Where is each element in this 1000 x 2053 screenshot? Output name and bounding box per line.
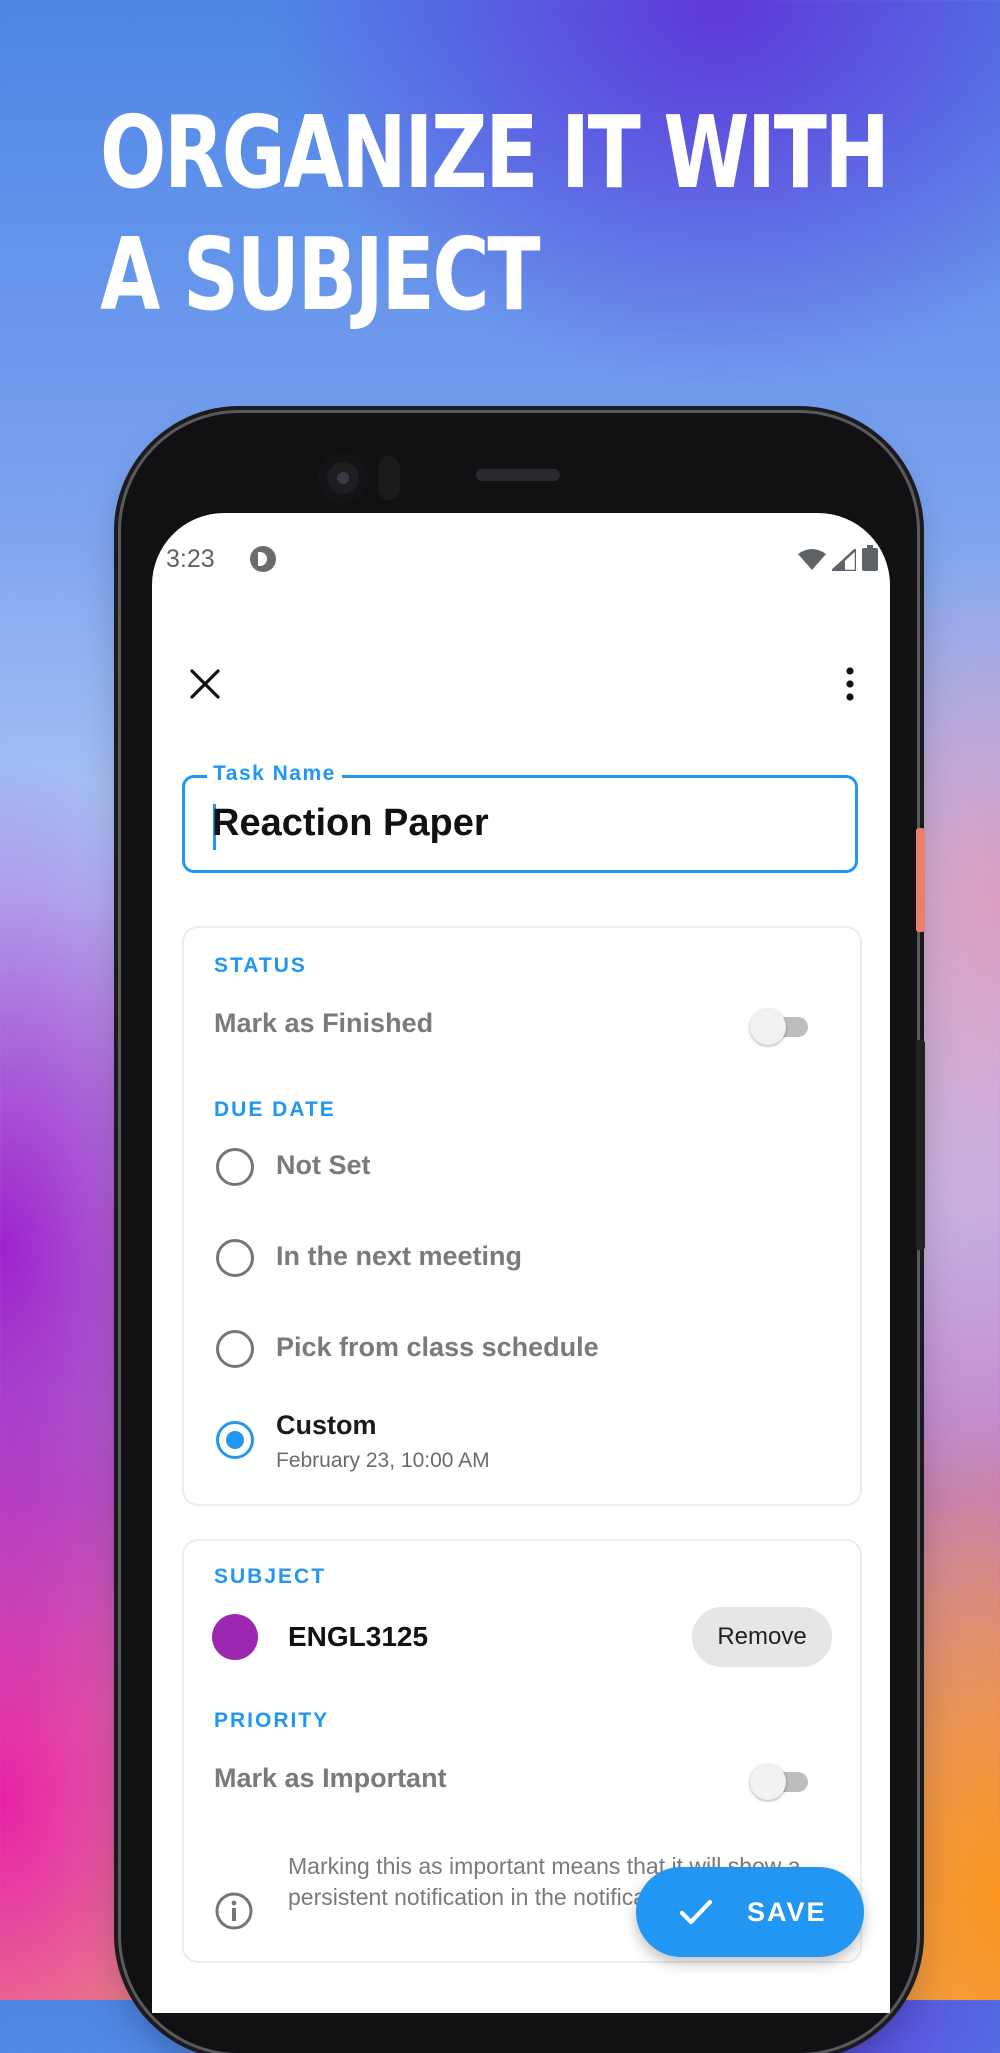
- remove-subject-button[interactable]: Remove: [692, 1607, 832, 1667]
- battery-icon: [862, 545, 878, 571]
- signal-icon: [832, 549, 856, 571]
- more-vert-icon: [846, 667, 854, 701]
- earpiece-speaker: [476, 469, 560, 481]
- subject-color-dot: [212, 1614, 258, 1660]
- mark-important-label: Mark as Important: [214, 1763, 447, 1793]
- status-section-label: STATUS: [214, 954, 307, 977]
- check-icon: [679, 1899, 713, 1925]
- switch-thumb: [750, 1009, 786, 1045]
- status-due-date-card: STATUS Mark as Finished DUE DATE Not Set…: [182, 926, 862, 1506]
- custom-due-date-value: February 23, 10:00 AM: [276, 1449, 490, 1472]
- radio-not-set[interactable]: [216, 1148, 254, 1186]
- system-icons: [798, 545, 878, 571]
- more-options-button[interactable]: [830, 661, 870, 707]
- proximity-sensor: [378, 456, 400, 500]
- mark-finished-switch[interactable]: [750, 1006, 810, 1045]
- priority-section-label: PRIORITY: [214, 1709, 330, 1732]
- headline-line-2: A SUBJECT: [100, 216, 541, 333]
- close-button[interactable]: [182, 661, 228, 707]
- task-name-field[interactable]: Task Name Reaction Paper: [182, 762, 858, 873]
- wifi-icon: [798, 549, 826, 570]
- radio-label-not-set[interactable]: Not Set: [276, 1150, 371, 1181]
- task-name-label: Task Name: [207, 762, 342, 786]
- status-bar: 3:23: [166, 543, 878, 583]
- radio-class-schedule[interactable]: [216, 1330, 254, 1368]
- save-button[interactable]: SAVE: [636, 1867, 864, 1957]
- radio-label-custom[interactable]: Custom: [276, 1410, 377, 1441]
- promo-headline: ORGANIZE IT WITH A SUBJECT: [100, 92, 890, 336]
- close-icon: [190, 669, 220, 699]
- radio-next-meeting[interactable]: [216, 1239, 254, 1277]
- save-button-label: SAVE: [747, 1897, 827, 1927]
- task-name-input[interactable]: Reaction Paper: [212, 802, 489, 845]
- phone-power-button: [916, 828, 925, 932]
- info-icon: [215, 1892, 253, 1930]
- radio-label-next-meeting[interactable]: In the next meeting: [276, 1241, 522, 1272]
- due-date-section-label: DUE DATE: [214, 1098, 336, 1121]
- subject-section-label: SUBJECT: [214, 1565, 327, 1588]
- headline-line-1: ORGANIZE IT WITH: [100, 94, 890, 211]
- front-camera: [318, 453, 368, 503]
- switch-thumb: [750, 1764, 786, 1800]
- radio-custom[interactable]: [216, 1421, 254, 1459]
- app-screen: 3:23 Task Name Reaction Paper STATUS Mar…: [152, 513, 890, 2013]
- mark-important-switch[interactable]: [750, 1761, 810, 1800]
- phone-volume-button: [916, 1040, 925, 1250]
- mark-finished-label: Mark as Finished: [214, 1008, 434, 1038]
- status-time: 3:23: [166, 545, 215, 573]
- app-notification-icon: [250, 546, 276, 572]
- radio-label-class-schedule[interactable]: Pick from class schedule: [276, 1332, 599, 1363]
- subject-code[interactable]: ENGL3125: [288, 1621, 428, 1653]
